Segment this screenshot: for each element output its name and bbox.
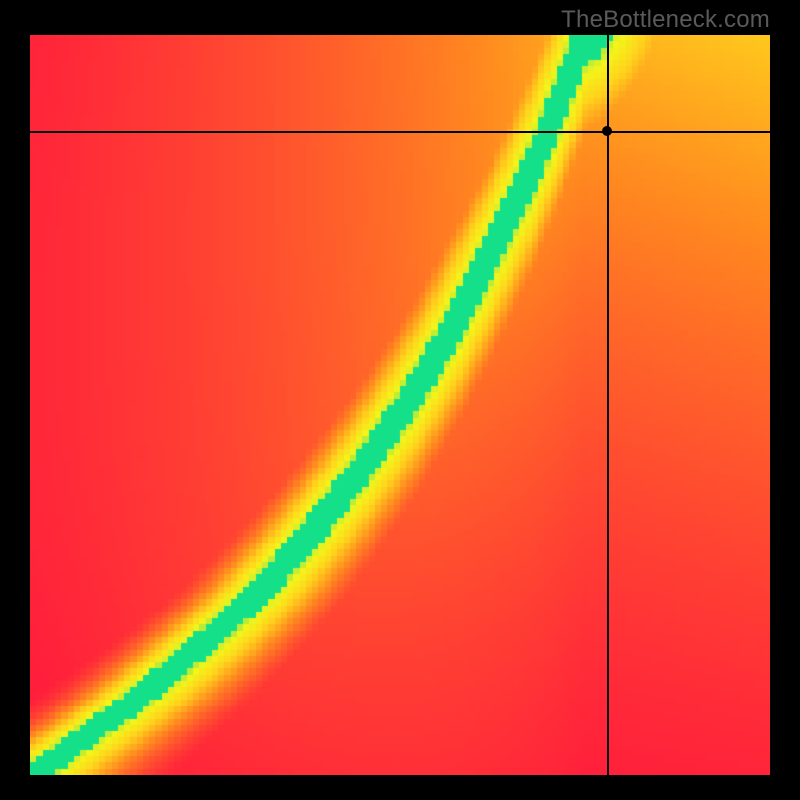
marker-dot (602, 126, 612, 136)
watermark-text: TheBottleneck.com (561, 6, 770, 34)
heatmap-canvas (30, 35, 770, 775)
chart-frame: TheBottleneck.com (0, 0, 800, 800)
crosshair-horizontal (30, 131, 770, 133)
plot-area (30, 35, 770, 775)
crosshair-vertical (607, 35, 609, 775)
